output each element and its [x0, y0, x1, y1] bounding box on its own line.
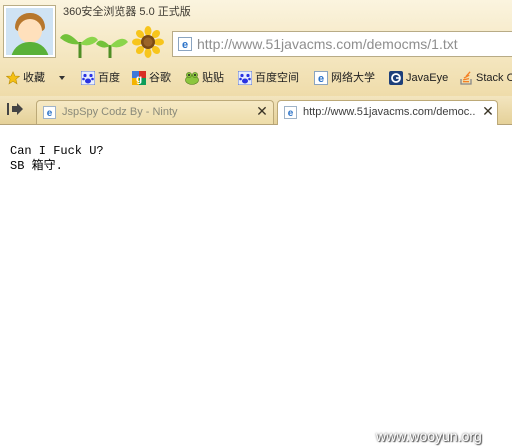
svg-text:e: e — [47, 108, 53, 119]
ie-icon: e — [314, 71, 328, 85]
tab-bar: e JspSpy Codz By - Ninty ✕ e http://www.… — [0, 96, 512, 125]
fav-label: 百度 — [98, 72, 120, 84]
tab-title: JspSpy Codz By - Ninty — [62, 106, 178, 118]
frog-icon — [185, 72, 199, 85]
fav-label: 谷歌 — [149, 72, 171, 84]
plain-text-body: Can I Fuck U? SB 箱守. — [10, 144, 104, 174]
fav-label: 收藏 — [23, 72, 45, 84]
star-icon — [6, 71, 20, 85]
svg-text:g: g — [136, 74, 142, 85]
sprout-logo-icon — [60, 34, 128, 58]
favorites-dropdown-button[interactable] — [58, 69, 66, 87]
chevron-down-icon — [59, 76, 65, 80]
fav-label: 网络大学 — [331, 72, 375, 84]
svg-text:e: e — [318, 73, 324, 85]
baidu-paw-icon — [81, 71, 95, 85]
favorites-collect-button[interactable]: 收藏 — [6, 69, 45, 87]
text-line: SB 箱守. — [10, 159, 63, 173]
page-ie-icon: e — [178, 37, 192, 51]
text-line: Can I Fuck U? — [10, 144, 104, 158]
ie-icon: e — [43, 106, 56, 119]
fav-label: 百度空间 — [255, 72, 299, 84]
fav-label: JavaEye — [406, 72, 449, 84]
favorite-item-stackoverflow[interactable]: Stack O — [459, 69, 512, 87]
ie-icon: e — [284, 106, 297, 119]
sidebar-toggle-icon[interactable] — [4, 100, 26, 118]
tab-title: http://www.51javacms.com/democ... — [303, 106, 475, 118]
url-input[interactable] — [197, 34, 509, 54]
svg-text:e: e — [182, 39, 188, 51]
window-title: 360安全浏览器 5.0 正式版 — [63, 6, 191, 18]
favorite-item-baidu[interactable]: 百度 — [81, 69, 120, 87]
favorite-item-tietie[interactable]: 贴贴 — [185, 69, 224, 87]
stackoverflow-icon — [460, 71, 472, 85]
close-icon[interactable]: ✕ — [255, 104, 269, 118]
google-icon: g — [132, 71, 146, 85]
user-avatar[interactable] — [3, 5, 56, 58]
tab-jspspy[interactable]: e JspSpy Codz By - Ninty ✕ — [36, 100, 274, 124]
baidu-paw-icon — [238, 71, 252, 85]
fav-label: Stack O — [476, 72, 512, 84]
favorites-bar: 收藏 百度 g 谷歌 贴贴 百度空间 e 网络大学 JavaEye Stack … — [0, 66, 512, 90]
favorite-item-javaeye[interactable]: JavaEye — [389, 69, 448, 87]
favorite-item-google[interactable]: g 谷歌 — [132, 69, 171, 87]
close-icon[interactable]: ✕ — [481, 104, 495, 118]
watermark: www.wooyun.org — [376, 428, 482, 444]
sunflower-icon — [132, 26, 164, 58]
favorite-item-network-university[interactable]: e 网络大学 — [314, 69, 375, 87]
avatar-body — [11, 42, 49, 55]
javaeye-icon — [389, 71, 403, 85]
favorite-item-baidu-space[interactable]: 百度空间 — [238, 69, 299, 87]
svg-text:e: e — [288, 108, 294, 119]
fav-label: 贴贴 — [202, 72, 224, 84]
avatar-face — [18, 19, 42, 43]
avatar-frame — [6, 8, 53, 55]
page-content: Can I Fuck U? SB 箱守. — [0, 125, 512, 448]
browser-chrome: 360安全浏览器 5.0 正式版 e http://www.51javacms.… — [0, 0, 512, 96]
address-bar: e — [172, 31, 512, 57]
tab-active-page[interactable]: e http://www.51javacms.com/democ... ✕ — [277, 100, 498, 125]
